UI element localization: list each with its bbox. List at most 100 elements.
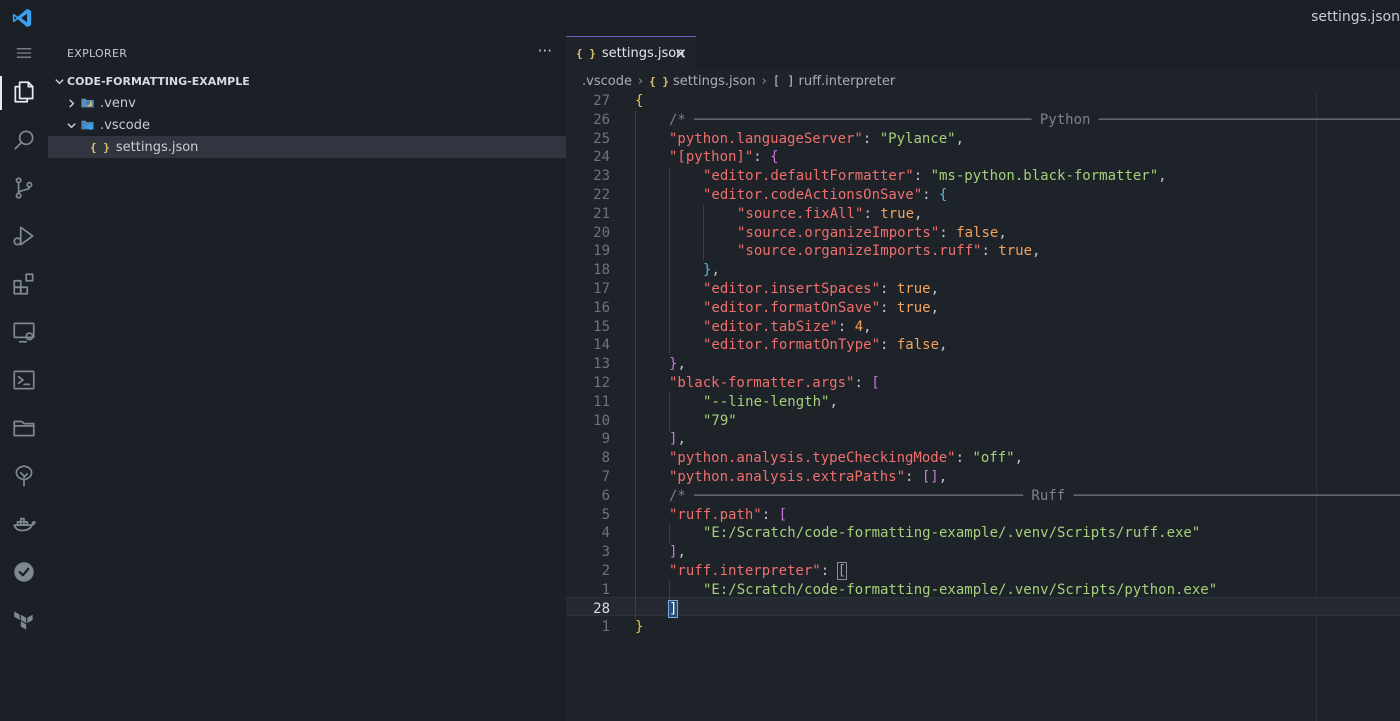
indent-guide [635,449,636,469]
code-token: "E:/Scratch/code-formatting-example/.ven… [703,581,1218,598]
code-token: true [880,205,915,222]
code-token: "Pylance" [879,130,956,147]
code-line[interactable]: 1 "E:/Scratch/code-formatting-example/.ve… [566,580,1400,600]
code-line[interactable]: 8 "python.analysis.typeCheckingMode": "of… [566,449,1400,469]
code-line[interactable]: 11 "--line-length", [566,392,1400,412]
indent-guide [669,167,670,187]
indent-guide [703,223,704,243]
folder-name: CODE-FORMATTING-EXAMPLE [67,74,250,88]
code-token: , [1158,168,1167,185]
code-line[interactable]: 21 "source.fixAll": true, [566,204,1400,224]
line-number: 12 [593,375,610,391]
indent-guide [703,242,704,262]
code-line[interactable]: 2 "ruff.interpreter": [ [566,562,1400,581]
code-line[interactable]: 12 "black-formatter.args": [ [566,374,1400,393]
code-token: } [635,619,644,636]
indent-guide [635,317,636,337]
explorer-sidebar: EXPLORER ··· CODE-FORMATTING-EXAMPLE .ve… [48,36,566,721]
code-token: /* ─────────────────────────────────────… [669,111,1400,128]
remote-explorer-icon[interactable] [0,312,48,352]
indent-guide [635,580,636,600]
docker-icon[interactable] [0,504,48,544]
code-token: false [956,224,999,241]
code-token: true [896,281,931,297]
code-text: }, [703,261,720,280]
code-token: , [998,224,1007,241]
code-line[interactable]: 4 "E:/Scratch/code-formatting-example/.ve… [566,524,1400,544]
code-line[interactable]: 23 "editor.defaultFormatter": "ms-python.… [566,167,1400,187]
code-token: "source.organizeImports" [737,224,940,241]
indent-guide [635,298,636,318]
menu-icon[interactable] [0,36,48,70]
code-token: "python.analysis.extraPaths" [669,469,906,485]
code-line[interactable]: 26 /* ───────────────────────────────────… [566,110,1400,130]
tab-settings-json[interactable]: { } settings.json ✕ [566,36,696,70]
code-line[interactable]: 17 "editor.insertSpaces": true, [566,280,1400,299]
explorer-icon[interactable] [0,72,48,112]
code-line[interactable]: 7 "python.analysis.extraPaths": [], [566,468,1400,487]
code-token: [ [778,506,788,523]
code-line[interactable]: 5 "ruff.path": [ [566,505,1400,525]
code-token: "ruff.interpreter" [669,563,821,579]
code-token: : [880,299,897,316]
tree-item-venv[interactable]: .venv [48,92,566,114]
tree-icon[interactable] [0,456,48,496]
code-text: "ruff.interpreter": [ [669,562,848,581]
code-token: "python.languageServer" [669,130,863,147]
run-debug-icon[interactable] [0,216,48,256]
code-line[interactable]: 16 "editor.formatOnSave": true, [566,298,1400,318]
code-line[interactable]: 19 "source.organizeImports.ruff": true, [566,242,1400,262]
line-number: 21 [593,205,610,222]
indent-guide [669,186,670,205]
breadcrumb-item[interactable]: settings.json [673,74,756,89]
code-line[interactable]: 10 "79" [566,411,1400,431]
code-line[interactable]: 6 /* ────────────────────────────────────… [566,486,1400,506]
code-text: "python.analysis.extraPaths": [], [669,468,947,487]
line-number: 7 [601,469,610,485]
code-editor[interactable]: 27{26/* ────────────────────────────────… [566,92,1400,721]
code-line[interactable]: 24 "[python]": { [566,148,1400,168]
indent-guide [635,129,636,149]
code-text: "editor.formatOnSave": true, [703,299,939,318]
breadcrumb-item[interactable]: .vscode [582,74,632,89]
code-line[interactable]: 27 { [566,92,1400,111]
code-line[interactable]: 13}, [566,355,1400,375]
line-number: 9 [601,431,610,448]
search-icon[interactable] [0,120,48,160]
code-text: "black-formatter.args": [ [669,374,880,393]
line-number: 1 [601,619,610,636]
code-line[interactable]: 9], [566,430,1400,450]
source-control-icon[interactable] [0,168,48,208]
code-line[interactable]: 18}, [566,261,1400,281]
code-token: : [955,450,973,467]
indent-guide [635,505,636,525]
indent-guide [669,392,670,412]
folder-icon[interactable] [0,408,48,448]
code-text: ] [667,599,679,619]
terraform-icon[interactable] [0,600,48,640]
code-line[interactable]: 14 "editor.formatOnType": false, [566,336,1400,356]
code-token: , [863,318,872,335]
code-line[interactable]: 22 "editor.codeActionsOnSave": { [566,186,1400,205]
code-line[interactable]: 3], [566,543,1400,563]
array-icon: [ ] [772,74,795,88]
code-line[interactable]: 28] [566,599,1400,619]
code-line[interactable]: 15 "editor.tabSize": 4, [566,317,1400,337]
code-token: "python.analysis.typeCheckingMode" [669,450,956,467]
line-number: 15 [593,318,610,335]
check-circle-icon[interactable] [0,552,48,592]
close-icon[interactable]: ✕ [674,45,687,63]
tree-item-vscode[interactable]: .vscode [48,114,566,136]
folder-section-header[interactable]: CODE-FORMATTING-EXAMPLE [48,70,566,92]
extensions-icon[interactable] [0,264,48,304]
tree-item-settings-json[interactable]: { } settings.json [48,136,566,158]
terminal-icon[interactable] [0,360,48,400]
code-token: : [761,506,779,523]
code-line[interactable]: 20 "source.organizeImports": false, [566,223,1400,243]
chevron-down-icon [64,118,78,132]
code-line[interactable]: 25 "python.languageServer": "Pylance", [566,129,1400,149]
code-token: , [829,393,838,410]
more-actions-icon[interactable]: ··· [538,42,552,60]
code-line[interactable]: 1} [566,618,1400,637]
breadcrumb-item[interactable]: ruff.interpreter [798,74,895,89]
